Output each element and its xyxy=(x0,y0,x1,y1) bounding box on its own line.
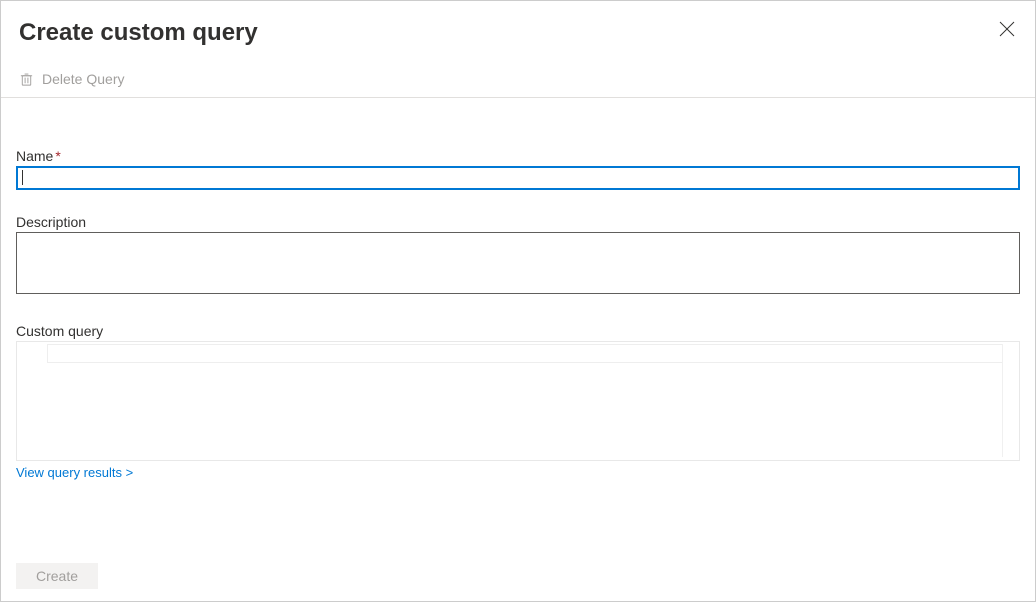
description-label: Description xyxy=(16,214,1020,230)
panel-footer: Create xyxy=(1,553,1035,601)
trash-icon xyxy=(19,72,34,87)
custom-query-editor[interactable] xyxy=(16,341,1020,461)
close-button[interactable] xyxy=(997,19,1017,39)
delete-query-button[interactable]: Delete Query xyxy=(19,71,124,87)
close-icon xyxy=(999,21,1015,37)
delete-query-label: Delete Query xyxy=(42,71,124,87)
name-label-text: Name xyxy=(16,148,53,164)
editor-top-bar xyxy=(47,344,1016,363)
description-input[interactable] xyxy=(16,232,1020,294)
editor-scrollbar[interactable] xyxy=(1002,344,1016,457)
panel-title: Create custom query xyxy=(19,19,258,47)
text-caret xyxy=(22,170,23,185)
toolbar: Delete Query xyxy=(1,49,1035,98)
view-query-results-link[interactable]: View query results > xyxy=(16,465,133,480)
custom-query-label: Custom query xyxy=(16,323,1020,339)
panel-header: Create custom query xyxy=(1,1,1035,49)
description-field: Description xyxy=(16,214,1020,299)
form-area: Name* Description Custom query View quer… xyxy=(1,98,1035,482)
name-field: Name* xyxy=(16,148,1020,190)
name-label: Name* xyxy=(16,148,1020,164)
required-asterisk: * xyxy=(55,148,60,164)
custom-query-field: Custom query View query results > xyxy=(16,323,1020,482)
name-input[interactable] xyxy=(16,166,1020,190)
create-button[interactable]: Create xyxy=(16,563,98,589)
